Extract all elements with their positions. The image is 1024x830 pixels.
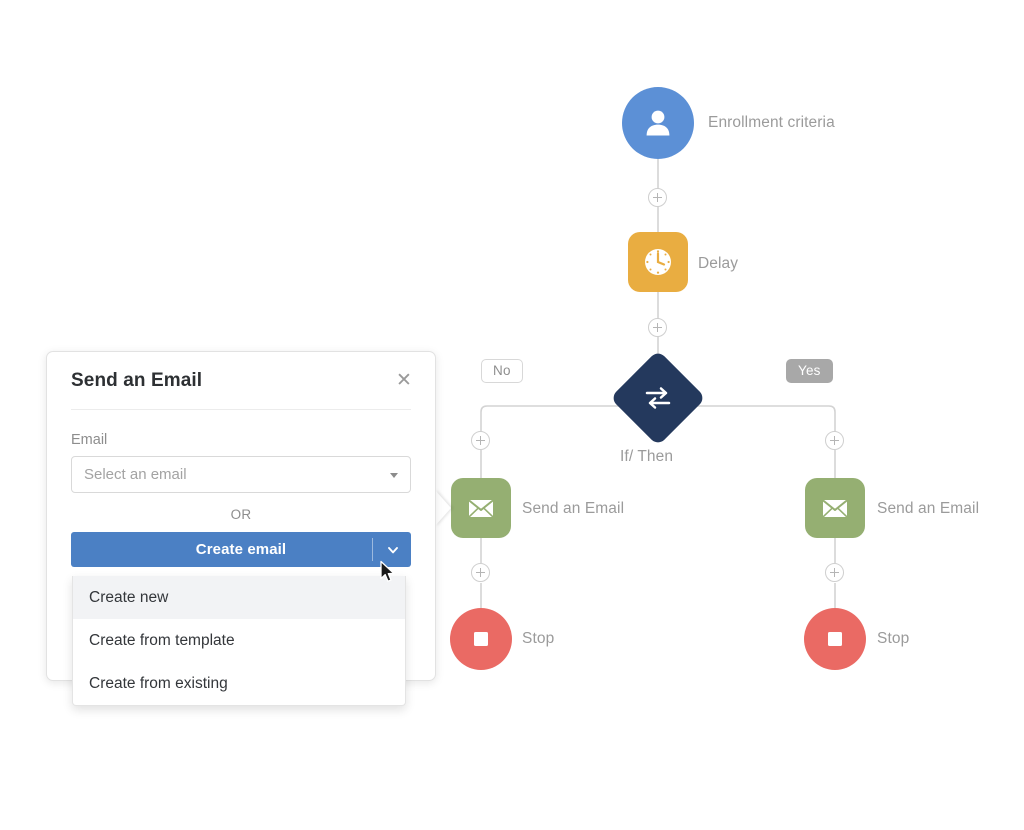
panel-body: Email Select an email OR Create email (47, 410, 435, 567)
email-select[interactable]: Select an email (71, 456, 411, 493)
clock-icon (645, 249, 671, 275)
node-send-email-no[interactable] (451, 478, 511, 538)
node-label-send-email-no: Send an Email (522, 500, 625, 517)
or-separator-label: OR (230, 507, 252, 522)
create-email-dropdown-menu: Create new Create from template Create f… (72, 576, 406, 706)
workflow-editor-screen: Enrollment criteria Delay If/ Then No Ye… (0, 0, 1024, 830)
node-label-enrollment-criteria: Enrollment criteria (708, 114, 835, 131)
add-step-button-yes-branch-2[interactable] (825, 563, 844, 582)
node-stop-no[interactable] (450, 608, 512, 670)
swap-arrows-icon (645, 387, 671, 409)
close-icon[interactable]: ✕ (395, 371, 413, 390)
dropdown-item-create-from-existing[interactable]: Create from existing (73, 662, 405, 705)
add-step-button-no-branch[interactable] (471, 431, 490, 450)
node-stop-yes[interactable] (804, 608, 866, 670)
node-label-stop-no: Stop (522, 630, 555, 647)
node-label-if-then: If/ Then (620, 448, 674, 465)
node-label-delay: Delay (698, 255, 739, 272)
node-label-stop-yes: Stop (877, 630, 910, 647)
dropdown-item-label: Create new (89, 588, 169, 606)
email-field-label: Email (71, 432, 108, 448)
add-step-button-2[interactable] (648, 318, 667, 337)
envelope-icon (468, 500, 494, 517)
node-delay[interactable] (628, 232, 688, 292)
node-if-then[interactable] (609, 349, 707, 447)
node-enrollment-criteria[interactable] (622, 87, 694, 159)
stop-square-icon (474, 632, 488, 646)
panel-pointer (435, 490, 451, 526)
dropdown-item-create-new[interactable]: Create new (73, 576, 405, 619)
panel-title: Send an Email (71, 369, 203, 391)
branch-badge-yes: Yes (786, 359, 833, 383)
create-email-button[interactable]: Create email (71, 532, 411, 567)
panel-header: Send an Email ✕ (47, 352, 435, 409)
envelope-icon (822, 500, 848, 517)
add-step-button-no-branch-2[interactable] (471, 563, 490, 582)
add-step-button-1[interactable] (648, 188, 667, 207)
chevron-down-icon[interactable] (386, 543, 400, 557)
node-label-send-email-yes: Send an Email (877, 500, 980, 517)
caret-down-icon (390, 473, 398, 478)
person-icon (646, 110, 670, 136)
button-divider (372, 538, 373, 561)
node-send-email-yes[interactable] (805, 478, 865, 538)
branch-badge-no: No (481, 359, 523, 383)
email-select-placeholder: Select an email (84, 466, 187, 483)
create-email-button-label: Create email (195, 541, 287, 558)
add-step-button-yes-branch[interactable] (825, 431, 844, 450)
stop-square-icon (828, 632, 842, 646)
dropdown-item-label: Create from existing (89, 674, 228, 692)
dropdown-item-create-from-template[interactable]: Create from template (73, 619, 405, 662)
dropdown-item-label: Create from template (89, 631, 235, 649)
